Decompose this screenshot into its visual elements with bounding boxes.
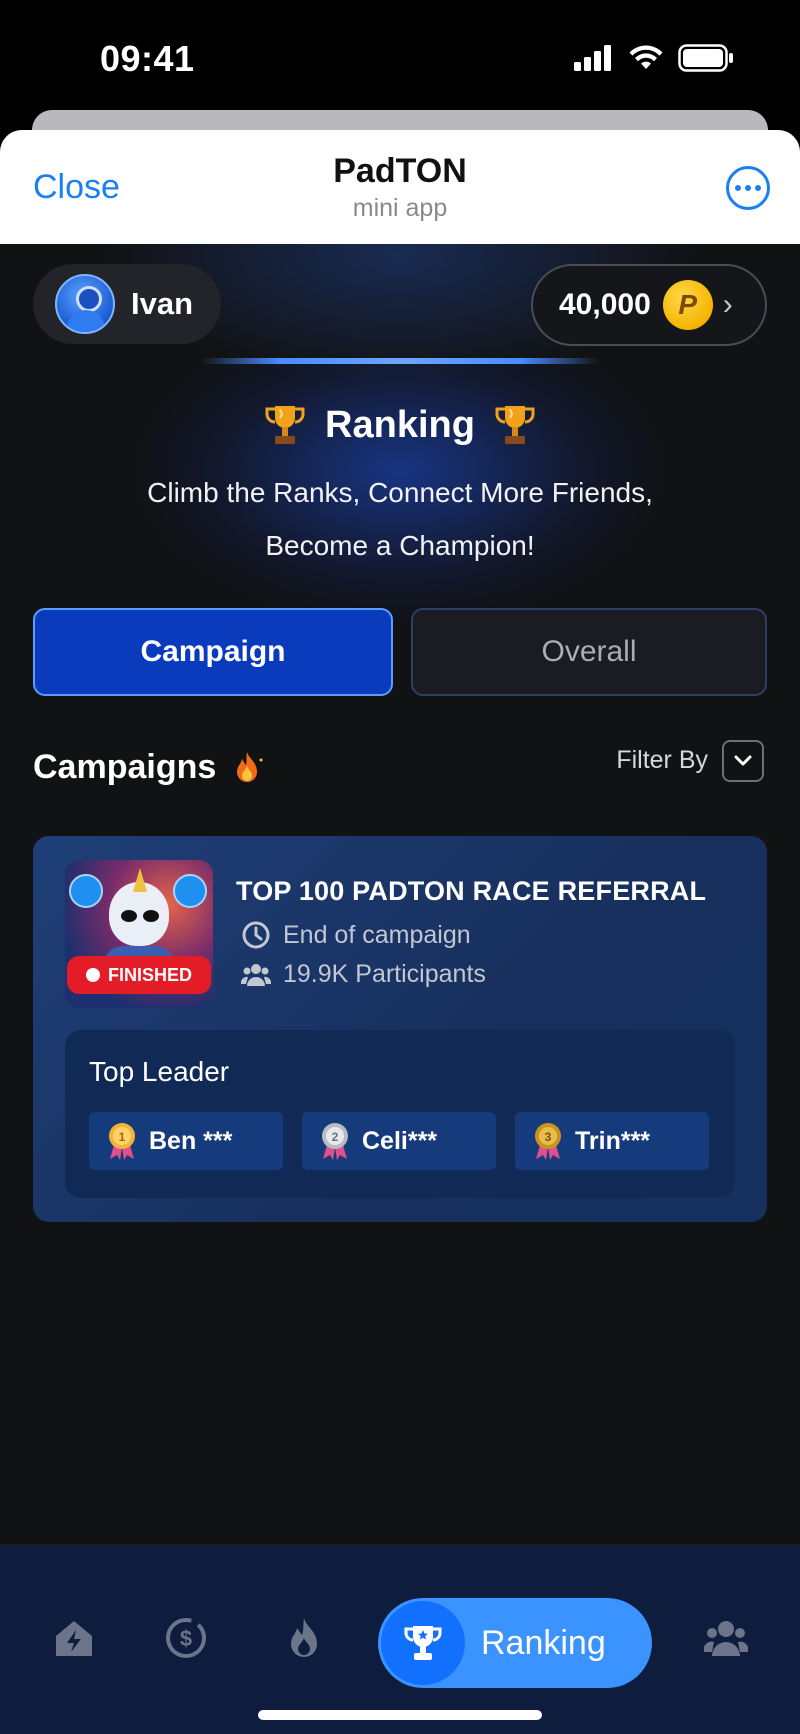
home-icon[interactable]	[52, 1616, 96, 1660]
silver-medal-icon: 2	[322, 1123, 348, 1160]
ton-logo-icon	[69, 874, 103, 908]
leader-name: Ben ***	[149, 1126, 233, 1155]
status-dot-icon	[85, 968, 100, 982]
leader-item-3: 3 Trin***	[515, 1112, 709, 1170]
svg-text:3: 3	[545, 1130, 552, 1144]
user-profile-pill[interactable]: Ivan	[33, 264, 221, 344]
status-time: 09:41	[100, 38, 195, 79]
trophy-icon	[495, 406, 535, 444]
ranking-subtitle: Climb the Ranks, Connect More Friends, B…	[0, 466, 800, 572]
status-icons	[574, 44, 734, 72]
more-options-button[interactable]	[726, 166, 770, 210]
fire-icon[interactable]	[282, 1616, 326, 1660]
gold-medal-icon: 1	[109, 1123, 135, 1160]
fire-icon	[237, 751, 263, 782]
filter-label: Filter By	[616, 746, 708, 774]
participants-icon	[241, 963, 271, 986]
status-bar: 09:41	[0, 0, 800, 110]
campaign-end-text: End of campaign	[283, 920, 471, 949]
tab-overall[interactable]: Overall	[411, 608, 767, 696]
campaign-card[interactable]: FINISHED TOP 100 PADTON RACE REFERRAL En…	[33, 836, 767, 1222]
nav-ranking-icon-circle	[381, 1601, 465, 1685]
leader-item-2: 2 Celi***	[302, 1112, 496, 1170]
app-content: Ivan 40,000 P › Ranking Climb the Ranks,…	[0, 244, 800, 1544]
filter-dropdown-button[interactable]	[722, 740, 764, 782]
campaign-thumbnail: FINISHED	[65, 860, 213, 1008]
user-name: Ivan	[131, 286, 194, 321]
chevron-down-icon	[734, 755, 752, 766]
bronze-medal-icon: 3	[535, 1123, 561, 1160]
top-leader-title: Top Leader	[89, 1056, 230, 1087]
top-leader-box: Top Leader 1 Ben *** 2 Celi*** 3 Trin***	[65, 1030, 735, 1198]
campaign-participants-row: 19.9K Participants	[241, 960, 486, 989]
svg-text:$: $	[180, 1626, 192, 1651]
friends-icon[interactable]	[704, 1616, 748, 1660]
nav-ranking-label: Ranking	[481, 1623, 606, 1662]
wifi-icon	[629, 45, 663, 69]
status-badge-label: FINISHED	[107, 964, 192, 985]
campaign-participants-text: 19.9K Participants	[283, 960, 486, 988]
bottom-navigation: $ Ranking	[0, 1544, 800, 1734]
balance-value: 40,000	[559, 288, 651, 321]
battery-icon	[678, 44, 733, 72]
svg-text:2: 2	[332, 1130, 339, 1144]
cellular-signal-icon	[574, 45, 611, 71]
clock-icon	[242, 921, 270, 949]
status-badge: FINISHED	[67, 956, 211, 994]
ranking-title: Ranking	[325, 403, 475, 446]
campaigns-heading: Campaigns	[33, 748, 264, 787]
nav-ranking-button[interactable]: Ranking	[378, 1598, 652, 1688]
avatar	[55, 274, 115, 334]
padton-coin-icon: P	[662, 280, 713, 330]
more-dots-icon	[735, 185, 741, 191]
campaign-end-row: End of campaign	[241, 920, 471, 950]
app-title: PadTON	[333, 152, 467, 190]
ton-logo-icon	[173, 874, 207, 908]
campaigns-title: Campaigns	[33, 748, 217, 786]
spotlight-bar	[200, 358, 600, 364]
trophy-icon	[404, 1626, 442, 1660]
balance-pill[interactable]: 40,000 P ›	[531, 264, 767, 346]
trophy-icon	[265, 406, 305, 444]
leader-name: Celi***	[362, 1126, 438, 1155]
campaign-title: TOP 100 PADTON RACE REFERRAL	[236, 876, 707, 906]
chevron-right-icon: ›	[722, 288, 733, 321]
home-indicator[interactable]	[258, 1710, 542, 1720]
svg-text:1: 1	[119, 1130, 126, 1144]
ranking-subtitle-line2: Become a Champion!	[265, 530, 535, 561]
app-subtitle: mini app	[352, 194, 448, 222]
ranking-subtitle-line1: Climb the Ranks, Connect More Friends,	[147, 477, 653, 508]
ranking-heading: Ranking	[0, 402, 800, 448]
leader-name: Trin***	[575, 1126, 651, 1155]
leader-item-1: 1 Ben ***	[89, 1112, 283, 1170]
coin-dollar-icon[interactable]: $	[164, 1616, 208, 1660]
tab-campaign[interactable]: Campaign	[33, 608, 393, 696]
mini-app-header: Close PadTON mini app	[0, 130, 800, 244]
